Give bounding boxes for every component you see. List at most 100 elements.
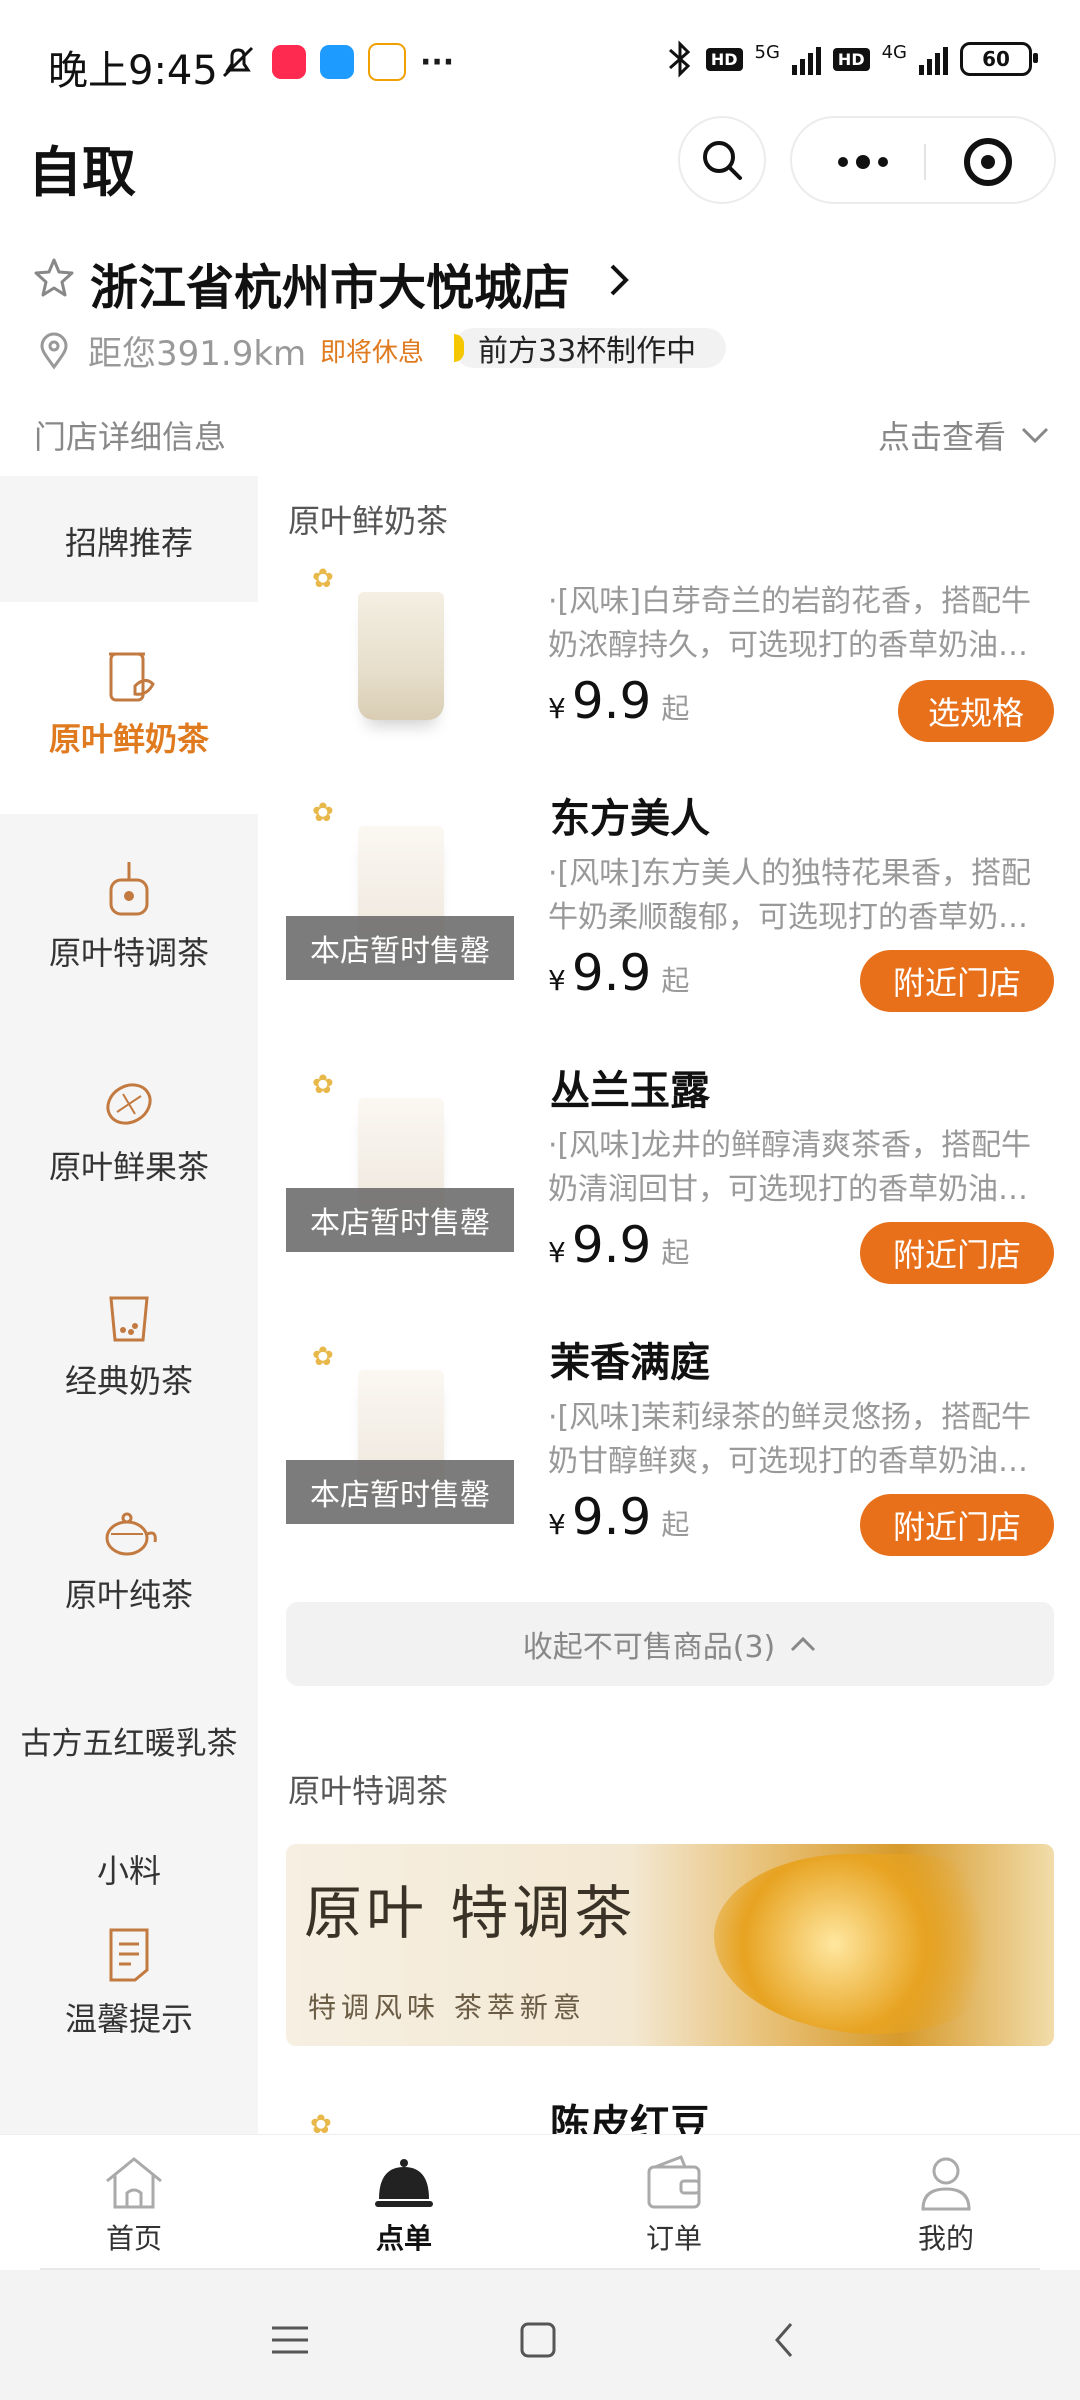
collapse-unavailable-button[interactable]: 收起不可售商品(3) [286,1602,1054,1686]
brand-logo-icon: ✿ [312,1342,334,1372]
hd-badge-2: HD [832,47,870,71]
product-price: ¥ 9.9 起 [548,1488,690,1546]
menu-icon [272,2326,308,2354]
tab-orders[interactable]: 订单 [594,2153,754,2257]
store-name[interactable]: 浙江省杭州市大悦城店 [90,248,570,318]
location-pin-icon [40,332,68,370]
section-title: 原叶特调茶 [288,1772,449,1810]
queue-status: 前方33杯制作中 [454,328,727,369]
store-detail-label: 门店详细信息 [34,418,227,456]
category-item[interactable]: 小料 [0,1846,258,1892]
category-item[interactable]: 温馨提示 [0,1924,258,2040]
banner-subtitle: 特调风味 茶萃新意 [308,1991,586,2024]
message-app-icon [320,45,354,79]
nav-home-button[interactable] [508,2310,568,2370]
tea-splash-image [714,1854,1014,2034]
product-price: ¥ 9.9 起 [548,672,690,730]
soldout-overlay: 本店暂时售罄 [286,1188,514,1252]
mute-icon [222,46,254,78]
soldout-overlay: 本店暂时售罄 [286,1460,514,1524]
wallet-icon [647,2155,701,2209]
status-notification-icons: ··· [218,42,454,82]
product-name[interactable]: 丛兰玉露 [550,1058,710,1116]
product-price: ¥ 9.9 起 [548,1216,690,1274]
square-home-icon [520,2322,556,2358]
tab-me[interactable]: 我的 [866,2153,1026,2257]
chevron-down-icon [1021,427,1049,444]
chevron-right-icon[interactable] [604,260,634,300]
soldout-overlay: 本店暂时售罄 [286,916,514,980]
search-icon [703,141,742,180]
home-icon [106,2157,162,2209]
person-icon [921,2157,971,2211]
category-item[interactable]: 招牌推荐 [0,518,258,564]
capsule-divider [924,144,926,180]
more-notifications-icon: ··· [420,44,455,80]
category-item[interactable]: 经典奶茶 [0,1286,258,1402]
section-title: 原叶鲜奶茶 [288,502,449,540]
cloche-icon [375,2159,433,2207]
product-description: ·[风味]东方美人的独特花果香，搭配牛奶柔顺馥郁，可选现打的香草奶… [548,856,1031,935]
category-item[interactable]: 原叶纯茶 [0,1500,258,1616]
collapse-label: 收起不可售商品(3) [522,1630,776,1665]
system-navigation-bar [0,2270,1080,2400]
xiaohongshu-app-icon [272,45,306,79]
product-name[interactable]: 东方美人 [550,786,710,844]
nearby-store-button[interactable]: 附近门店 [860,950,1054,1012]
category-item-active[interactable]: 原叶鲜奶茶 [0,602,258,814]
product-image[interactable]: ✿ 本店暂时售罄 [286,1062,514,1252]
product-name[interactable]: 茉香满庭 [550,1330,710,1388]
category-sidebar: 招牌推荐 原叶鲜奶茶 原叶特调茶 原叶鲜果茶 经典奶茶 原叶纯茶 古方五红暖乳茶… [0,476,258,2136]
close-miniprogram-button[interactable] [964,138,1012,186]
store-status-tag: 即将休息 [320,338,425,368]
battery-icon: 60 [960,42,1038,76]
nearby-store-button[interactable]: 附近门店 [860,1222,1054,1284]
hd-badge-1: HD [705,47,743,71]
nav-menu-button[interactable] [260,2310,320,2370]
store-detail-action: 点击查看 [877,418,1006,456]
special-tea-banner[interactable]: 原叶 特调茶 特调风味 茶萃新意 [286,1844,1054,2046]
teapot-icon [105,1512,157,1556]
product-price: ¥ 9.9 起 [548,944,690,1002]
category-item[interactable]: 原叶鲜果茶 [0,1072,258,1188]
product-description: ·[风味]白芽奇兰的岩韵花香，搭配牛奶浓醇持久，可选现打的香草奶油… [548,584,1031,663]
drink-cup-image [358,592,444,720]
page-title: 自取 [28,141,136,204]
brand-logo-icon: ✿ [312,798,334,828]
category-item[interactable]: 古方五红暖乳茶 [0,1718,258,1763]
product-image[interactable]: ✿ 本店暂时售罄 [286,790,514,980]
store-detail-toggle[interactable]: 点击查看 [878,412,1050,458]
special-tea-icon [109,862,149,916]
pearl-cup-icon [109,1296,149,1342]
status-time: 晚上9:45 [48,48,218,94]
miniprogram-capsule [790,116,1056,204]
tab-home[interactable]: 首页 [54,2153,214,2257]
product-description: ·[风味]茉莉绿茶的鲜灵悠扬，搭配牛奶甘醇鲜爽，可选现打的香草奶油… [548,1400,1031,1479]
note-icon [109,1928,149,1982]
58-app-icon [368,43,406,81]
banner-title: 原叶 特调茶 [304,1879,637,1947]
bluetooth-icon [668,40,691,78]
store-distance: 距您391.9km [88,334,307,374]
favorite-star-icon[interactable] [32,256,76,300]
nearby-store-button[interactable]: 附近门店 [860,1494,1054,1556]
status-right-icons: HD 5G HD 4G 60 [666,40,1038,78]
milk-tea-cup-icon [109,652,155,702]
chevron-up-icon [791,1636,816,1652]
product-description: ·[风味]龙井的鲜醇清爽茶香，搭配牛奶清润回甘，可选现打的香草奶油… [548,1128,1031,1207]
net-4g-label: 4G [881,41,907,63]
signal-icon-2 [919,43,948,75]
tab-order[interactable]: 点单 [324,2153,484,2257]
more-menu-button[interactable] [828,144,898,180]
select-spec-button[interactable]: 选规格 [898,680,1054,742]
search-button[interactable] [678,116,766,204]
back-arrow-icon [775,2323,793,2357]
net-5g-label: 5G [754,41,780,63]
bottom-tab-bar: 首页 点单 订单 我的 [0,2134,1080,2271]
lemon-icon [106,1083,152,1125]
product-image[interactable]: ✿ [286,556,514,746]
category-item[interactable]: 原叶特调茶 [0,858,258,974]
nav-back-button[interactable] [754,2310,814,2370]
product-image[interactable]: ✿ 本店暂时售罄 [286,1334,514,1524]
brand-logo-icon: ✿ [312,564,334,594]
